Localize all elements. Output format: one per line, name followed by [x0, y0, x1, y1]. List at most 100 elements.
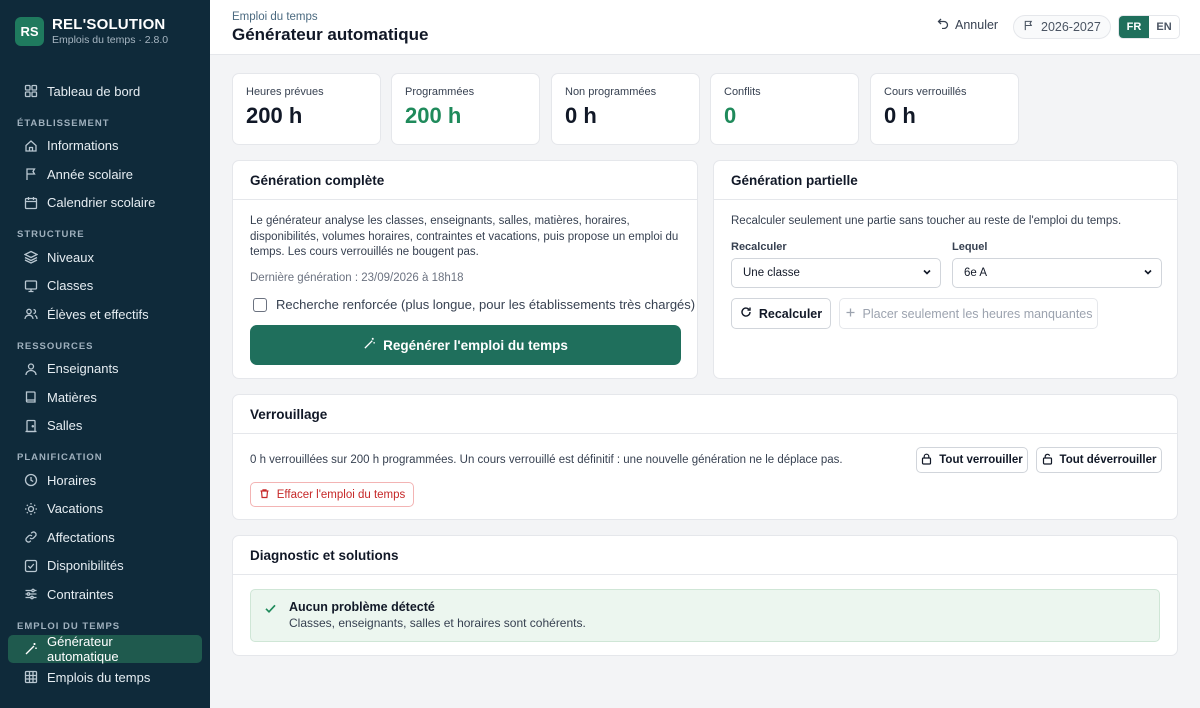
lang-fr-button[interactable]: FR — [1119, 16, 1149, 38]
target-label: Lequel — [952, 241, 988, 253]
unlock-all-label: Tout déverrouiller — [1059, 454, 1157, 466]
language-switch: FR EN — [1118, 15, 1180, 39]
stat-label: Cours verrouillés — [884, 86, 967, 98]
target-value: 6e A — [964, 267, 988, 279]
recalc-scope-label: Recalculer — [731, 241, 787, 253]
dashboard-icon — [24, 84, 38, 98]
sidebar-item-label: Matières — [47, 389, 97, 405]
sidebar-item-informations[interactable]: Informations — [8, 132, 202, 161]
partial-generation-panel: Génération partielle Recalculer seulemen… — [713, 160, 1178, 379]
brand-name: REL'SOLUTION — [52, 16, 166, 33]
undo-button[interactable]: Annuler — [937, 17, 998, 32]
sidebar-item-horaires[interactable]: Horaires — [8, 466, 202, 495]
user-icon — [24, 362, 38, 376]
sidebar-item-label: Informations — [47, 138, 119, 154]
sidebar-item-disponibilites[interactable]: Disponibilités — [8, 552, 202, 581]
home-icon — [24, 139, 38, 153]
sidebar-item-label: Calendrier scolaire — [47, 195, 156, 211]
place-missing-hours-button[interactable]: Placer seulement les heures manquantes — [839, 298, 1098, 329]
recalculate-button[interactable]: Recalculer — [731, 298, 831, 329]
diagnostic-message: Classes, enseignants, salles et horaires… — [289, 616, 586, 630]
sidebar-item-label: Générateur automatique — [47, 633, 119, 664]
unlock-all-button[interactable]: Tout déverrouiller — [1036, 447, 1162, 473]
wand-icon — [363, 337, 383, 353]
flag-icon — [1023, 20, 1041, 34]
sidebar-section-ressources: RESSOURCES — [17, 340, 94, 352]
sidebar-section-etablissement: ÉTABLISSEMENT — [17, 117, 110, 129]
sidebar-item-generateur[interactable]: Générateur automatique — [8, 633, 202, 664]
reinforced-search-label: Recherche renforcée (plus longue, pour l… — [276, 297, 696, 312]
sidebar-item-salles[interactable]: Salles — [8, 412, 202, 441]
sidebar-item-matieres[interactable]: Matières — [8, 383, 202, 412]
sun-icon — [24, 502, 38, 516]
diagnostic-title: Aucun problème détecté — [289, 600, 435, 614]
recalculate-label: Recalculer — [758, 306, 823, 321]
regenerate-button[interactable]: Regénérer l'emploi du temps — [250, 325, 681, 365]
lock-all-button[interactable]: Tout verrouiller — [916, 447, 1028, 473]
sidebar-item-label: Affectations — [47, 529, 115, 545]
reinforced-search-checkbox[interactable] — [253, 297, 267, 312]
sidebar-item-label: Salles — [47, 418, 83, 434]
calendar-icon — [24, 196, 38, 210]
sidebar-item-label: Vacations — [47, 501, 104, 517]
stat-value: 200 h — [246, 103, 303, 128]
chevron-down-icon — [922, 267, 932, 280]
sidebar-item-label: Emplois du temps — [47, 669, 151, 685]
sidebar-item-contraintes[interactable]: Contraintes — [8, 580, 202, 609]
panel-title: Diagnostic et solutions — [233, 536, 1177, 575]
recalc-scope-select[interactable]: Une classe — [731, 258, 941, 288]
stat-heures-prevues: Heures prévues 200 h — [232, 73, 381, 145]
panel-title: Verrouillage — [233, 395, 1177, 434]
full-generation-panel: Génération complète Le générateur analys… — [232, 160, 698, 379]
sidebar-item-dashboard[interactable]: Tableau de bord — [8, 77, 202, 106]
sidebar-item-label: Enseignants — [47, 361, 119, 377]
sidebar-item-emplois[interactable]: Emplois du temps — [8, 663, 202, 692]
school-year-selector[interactable]: 2026-2027 — [1013, 15, 1111, 39]
sliders-icon — [24, 587, 38, 601]
reinforced-search-option[interactable]: Recherche renforcée (plus longue, pour l… — [253, 297, 695, 312]
sidebar-item-eleves[interactable]: Élèves et effectifs — [8, 300, 202, 329]
target-select[interactable]: 6e A — [952, 258, 1162, 288]
stat-value: 0 — [724, 103, 737, 128]
sidebar-item-niveaux[interactable]: Niveaux — [8, 243, 202, 272]
refresh-icon — [740, 306, 759, 321]
last-generation-date: Dernière génération : 23/09/2026 à 18h18 — [250, 272, 464, 284]
brand-version: Emplois du temps · 2.8.0 — [52, 34, 169, 46]
sidebar-item-annee[interactable]: Année scolaire — [8, 160, 202, 189]
panel-title: Génération complète — [233, 161, 697, 200]
chevron-down-icon — [1143, 267, 1153, 280]
lang-en-button[interactable]: EN — [1149, 16, 1179, 38]
stat-programmees: Programmées 200 h — [391, 73, 540, 145]
sidebar-item-label: Horaires — [47, 472, 97, 488]
plus-icon — [845, 307, 863, 321]
clock-icon — [24, 473, 38, 487]
sidebar-item-affectations[interactable]: Affectations — [8, 523, 202, 552]
undo-label: Annuler — [955, 17, 999, 32]
sidebar-item-vacations[interactable]: Vacations — [8, 495, 202, 524]
brand: RS REL'SOLUTION Emplois du temps · 2.8.0 — [0, 0, 210, 62]
stat-label: Non programmées — [565, 86, 657, 98]
sidebar-section-structure: STRUCTURE — [17, 229, 85, 240]
partial-generation-description: Recalculer seulement une partie sans tou… — [731, 215, 1122, 227]
full-generation-description: Le générateur analyse les classes, ensei… — [250, 215, 679, 258]
layers-icon — [24, 250, 38, 264]
users-icon — [24, 307, 38, 321]
stat-label: Conflits — [724, 86, 761, 98]
trash-icon — [259, 488, 277, 502]
book-icon — [24, 390, 38, 404]
stat-conflits: Conflits 0 — [710, 73, 859, 145]
stat-label: Heures prévues — [246, 86, 324, 98]
breadcrumb[interactable]: Emploi du temps — [232, 11, 318, 23]
regenerate-label: Regénérer l'emploi du temps — [383, 337, 568, 353]
stat-value: 0 h — [884, 103, 916, 128]
sidebar-item-calendrier[interactable]: Calendrier scolaire — [8, 189, 202, 218]
door-icon — [24, 419, 38, 433]
stat-value: 0 h — [565, 103, 597, 128]
sidebar-item-enseignants[interactable]: Enseignants — [8, 355, 202, 384]
clear-timetable-button[interactable]: Effacer l'emploi du temps — [250, 482, 414, 507]
sidebar-item-classes[interactable]: Classes — [8, 272, 202, 301]
school-year-label: 2026-2027 — [1041, 20, 1101, 34]
diagnostic-success-alert: Aucun problème détecté Classes, enseigna… — [250, 589, 1160, 642]
unlock-icon — [1042, 453, 1060, 468]
sidebar-item-label: Contraintes — [47, 586, 114, 602]
